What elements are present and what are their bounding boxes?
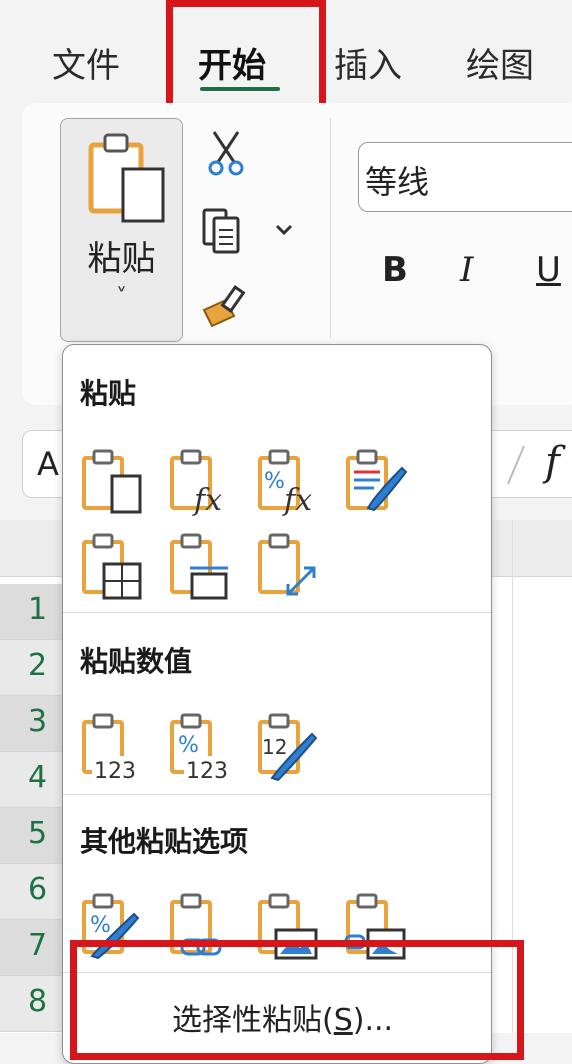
row-number: 2 [28, 648, 48, 683]
tab-insert[interactable]: 插入 [334, 38, 402, 87]
format-painter-icon[interactable] [200, 282, 252, 332]
fx-icon[interactable]: f [545, 439, 560, 485]
paste-label: 粘贴 [87, 239, 156, 279]
svg-text:123: 123 [94, 759, 136, 782]
svg-text:123: 123 [186, 759, 228, 782]
formula-divider [507, 445, 525, 485]
svg-text:fx: fx [282, 483, 312, 518]
svg-text:fx: fx [192, 483, 222, 518]
paste-default-icon[interactable] [78, 448, 146, 518]
row-header[interactable]: 5 [0, 808, 62, 864]
font-name-input[interactable]: 等线 [358, 142, 572, 212]
paste-transpose-icon[interactable] [254, 532, 322, 602]
menu-divider [63, 794, 491, 795]
paste-formulas-number-format-icon[interactable]: % fx [254, 448, 322, 518]
row-number: 6 [28, 872, 48, 907]
row-header[interactable]: 8 [0, 976, 62, 1032]
bold-button[interactable]: B [382, 250, 408, 290]
section-other-paste-options-title: 其他粘贴选项 [80, 825, 249, 858]
paste-keep-column-width-icon[interactable] [166, 532, 234, 602]
row-header[interactable]: 3 [0, 696, 62, 752]
clipboard-icon [88, 133, 165, 223]
scissors-icon[interactable] [206, 128, 246, 178]
copy-icon[interactable] [200, 206, 256, 256]
svg-text:%: % [264, 469, 285, 494]
section-paste-values-title: 粘贴数值 [80, 645, 193, 678]
section-paste-title: 粘贴 [80, 377, 137, 410]
chevron-down-icon[interactable] [274, 222, 294, 238]
italic-button[interactable]: I [460, 250, 473, 290]
underline-button[interactable]: U [536, 250, 561, 290]
paste-values-number-format-icon[interactable]: % 123 [166, 712, 234, 782]
menu-divider [63, 612, 491, 613]
row-header[interactable]: 6 [0, 864, 62, 920]
svg-text:12: 12 [262, 735, 287, 759]
row-header[interactable]: 2 [0, 640, 62, 696]
row-number: 5 [28, 816, 48, 851]
paste-formulas-icon[interactable]: fx [166, 448, 234, 518]
paste-values-source-format-icon[interactable]: 12 [254, 712, 322, 782]
row-number: 7 [28, 928, 48, 963]
font-name-value: 等线 [365, 163, 430, 201]
row-number: 1 [28, 592, 48, 627]
paste-keep-source-format-icon[interactable] [342, 448, 410, 518]
ribbon-separator [330, 118, 331, 338]
chevron-down-icon: ˅ [116, 285, 127, 310]
highlight-paste-special [70, 940, 524, 1060]
paste-no-borders-icon[interactable] [78, 532, 146, 602]
tab-file[interactable]: 文件 [52, 38, 120, 87]
row-number: 4 [28, 760, 48, 795]
paste-values-icon[interactable]: 123 [78, 712, 146, 782]
svg-text:%: % [178, 733, 199, 758]
svg-text:%: % [90, 913, 111, 938]
row-header[interactable]: 4 [0, 752, 62, 808]
row-number: 3 [28, 704, 48, 739]
highlight-home-tab [166, 0, 326, 114]
tab-draw[interactable]: 绘图 [466, 38, 534, 87]
paste-button[interactable]: 粘贴 ˅ [60, 118, 183, 342]
row-number: 8 [28, 984, 48, 1019]
row-header[interactable]: 7 [0, 920, 62, 976]
name-box[interactable]: A [37, 445, 59, 483]
row-header[interactable]: 1 [0, 584, 62, 640]
